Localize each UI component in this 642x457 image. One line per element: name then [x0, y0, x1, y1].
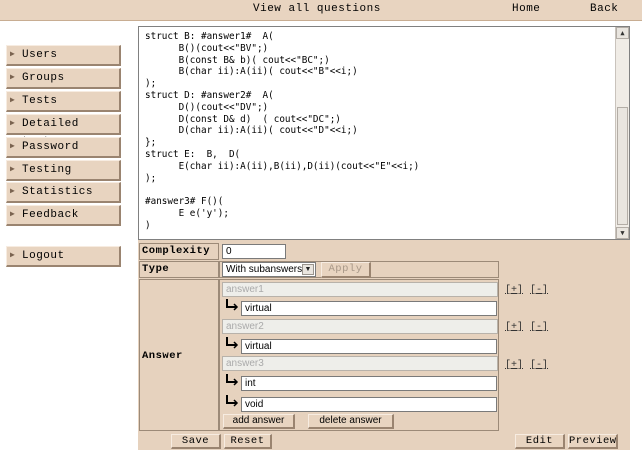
- remove-subanswer-link[interactable]: [-]: [530, 360, 548, 371]
- arrow-right-icon: ▶: [10, 142, 16, 151]
- answer3-input[interactable]: answer3: [222, 356, 498, 371]
- subanswer-arrow-icon: [226, 374, 239, 386]
- arrow-right-icon: ▶: [10, 119, 16, 128]
- sidebar-item-label: Password: [22, 141, 79, 153]
- scroll-up-icon[interactable]: ▲: [616, 27, 629, 39]
- sidebar-item-label: Feedback: [22, 209, 79, 221]
- subanswer-input[interactable]: virtual: [241, 339, 497, 354]
- question-form: Complexity 0 Type With subanswers ▼ Appl…: [138, 240, 630, 450]
- type-select[interactable]: With subanswers ▼: [222, 262, 316, 277]
- complexity-input[interactable]: 0: [222, 244, 286, 259]
- back-link[interactable]: Back: [590, 3, 618, 15]
- subanswer-arrow-icon: [226, 299, 239, 311]
- delete-answer-button[interactable]: delete answer: [308, 414, 394, 429]
- sidebar-item-label: Tests: [22, 95, 58, 107]
- answer1-input[interactable]: answer1: [222, 282, 498, 297]
- sidebar-item-password[interactable]: ▶ Password: [6, 137, 121, 158]
- arrow-right-icon: ▶: [10, 50, 16, 59]
- top-bar: View all questions Home Back: [0, 0, 642, 21]
- sidebar-item-label: Groups: [22, 72, 65, 84]
- add-subanswer-link[interactable]: [+]: [505, 322, 523, 333]
- arrow-right-icon: ▶: [10, 251, 16, 260]
- scroll-thumb[interactable]: [617, 107, 628, 225]
- subanswer-arrow-icon: [226, 337, 239, 349]
- sidebar-item-label: Statistics: [22, 186, 94, 198]
- remove-subanswer-link[interactable]: [-]: [530, 322, 548, 333]
- preview-button[interactable]: Preview: [568, 434, 618, 449]
- arrow-right-icon: ▶: [10, 73, 16, 82]
- sidebar-item-testing[interactable]: ▶ Testing: [6, 160, 121, 181]
- logout-button[interactable]: ▶ Logout: [6, 246, 121, 267]
- subanswer-input[interactable]: virtual: [241, 301, 497, 316]
- answer2-input[interactable]: answer2: [222, 319, 498, 334]
- sidebar-item-feedback[interactable]: ▶ Feedback: [6, 205, 121, 226]
- add-answer-button[interactable]: add answer: [223, 414, 295, 429]
- logout-label: Logout: [22, 250, 65, 262]
- view-all-questions-link[interactable]: View all questions: [253, 3, 381, 15]
- reset-button[interactable]: Reset: [224, 434, 272, 449]
- sidebar-item-groups[interactable]: ▶ Groups: [6, 68, 121, 89]
- arrow-right-icon: ▶: [10, 210, 16, 219]
- subanswer-input[interactable]: int: [241, 376, 497, 391]
- home-link[interactable]: Home: [512, 3, 540, 15]
- remove-subanswer-link[interactable]: [-]: [530, 285, 548, 296]
- subanswer-input[interactable]: void: [241, 397, 497, 412]
- type-label: Type: [139, 261, 219, 278]
- subanswer-arrow-icon: [226, 395, 239, 407]
- add-subanswer-link[interactable]: [+]: [505, 285, 523, 296]
- code-text: struct B: #answer1# A( B()(cout<<"BV";) …: [145, 31, 420, 231]
- add-subanswer-link[interactable]: [+]: [505, 360, 523, 371]
- sidebar-item-label: Users: [22, 49, 58, 61]
- arrow-right-icon: ▶: [10, 165, 16, 174]
- type-select-value: With subanswers: [226, 264, 303, 275]
- sidebar-item-label: Testing: [22, 164, 72, 176]
- chevron-down-icon: ▼: [302, 264, 314, 275]
- scroll-down-icon[interactable]: ▼: [616, 227, 629, 239]
- apply-button[interactable]: Apply: [321, 262, 371, 278]
- question-code-textarea[interactable]: struct B: #answer1# A( B()(cout<<"BV";) …: [138, 26, 630, 240]
- sidebar-item-tests[interactable]: ▶ Tests: [6, 91, 121, 112]
- sidebar-item-users[interactable]: ▶ Users: [6, 45, 121, 66]
- sidebar-item-detailed-tests[interactable]: ▶ Detailed tests: [6, 114, 121, 148]
- sidebar-item-statistics[interactable]: ▶ Statistics: [6, 182, 121, 203]
- code-scrollbar[interactable]: ▲ ▼: [615, 27, 629, 239]
- answer-label: Answer: [139, 279, 219, 431]
- complexity-label: Complexity: [139, 243, 219, 260]
- save-button[interactable]: Save: [171, 434, 221, 449]
- arrow-right-icon: ▶: [10, 187, 16, 196]
- edit-button[interactable]: Edit: [515, 434, 565, 449]
- arrow-right-icon: ▶: [10, 96, 16, 105]
